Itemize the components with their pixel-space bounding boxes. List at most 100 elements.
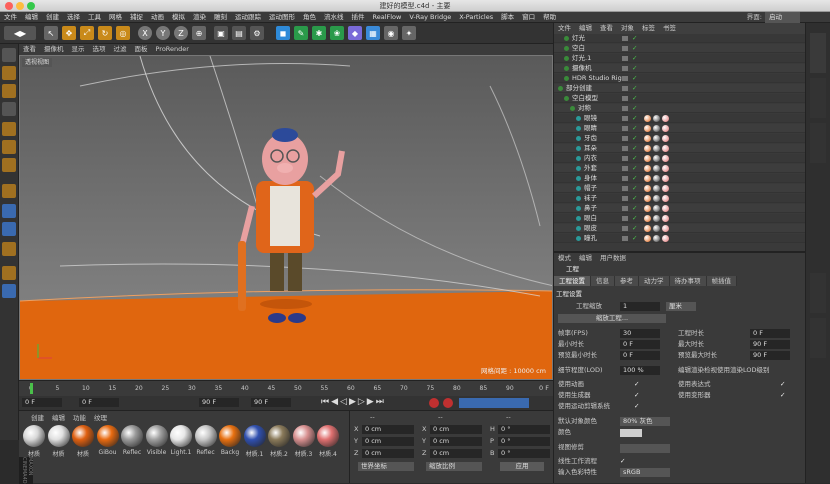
material-tag-icon[interactable]	[662, 155, 669, 162]
grid-icon[interactable]	[2, 284, 16, 298]
coord-value-field[interactable]: 0 °	[498, 449, 550, 458]
material-tag-icon[interactable]	[662, 235, 669, 242]
array-icon[interactable]: ❀	[330, 26, 344, 40]
material-swatch[interactable]	[145, 425, 168, 447]
min-time-field[interactable]: 0 F	[620, 340, 660, 349]
coord-value-field[interactable]: 0 cm	[430, 449, 482, 458]
coord-value-field[interactable]: 0 cm	[430, 425, 482, 434]
material-tag-icon[interactable]	[662, 165, 669, 172]
use-expressions-checkbox[interactable]: ✓	[780, 380, 785, 389]
enabled-check-icon[interactable]: ✓	[632, 214, 637, 223]
use-animation-checkbox[interactable]: ✓	[634, 380, 639, 389]
material-swatch[interactable]	[292, 425, 315, 447]
visibility-dots-icon[interactable]	[622, 46, 628, 51]
timeline[interactable]: 051015202530354045505560657075808590 0 F	[19, 380, 553, 396]
enabled-check-icon[interactable]: ✓	[632, 114, 637, 123]
view-clipping-dropdown[interactable]	[620, 444, 670, 453]
enabled-check-icon[interactable]: ✓	[632, 54, 637, 63]
viewport-menu-item[interactable]: ProRender	[152, 44, 193, 55]
start-frame-field[interactable]: 0 F	[79, 398, 119, 407]
use-deformers-checkbox[interactable]: ✓	[780, 391, 785, 400]
object-menu-item[interactable]: 文件	[554, 23, 575, 34]
render-picture-icon[interactable]: ▤	[232, 26, 246, 40]
material-tag-icon[interactable]	[653, 145, 660, 152]
planar-workplane-icon[interactable]	[2, 266, 16, 280]
enabled-check-icon[interactable]: ✓	[632, 174, 637, 183]
enabled-check-icon[interactable]: ✓	[632, 84, 637, 93]
material-tag-icon[interactable]	[662, 145, 669, 152]
material-swatch[interactable]	[219, 425, 241, 447]
object-row[interactable]: 灯光.1 ✓	[554, 54, 806, 63]
attr-tab[interactable]: 信息	[591, 276, 615, 286]
coord-space-dropdown[interactable]: 世界坐标	[358, 462, 414, 471]
material-tag-icon[interactable]	[653, 235, 660, 242]
right-side-tabs[interactable]	[805, 23, 830, 483]
object-row[interactable]: 外套 ✓	[554, 164, 806, 173]
menu-item[interactable]: 运动图形	[265, 12, 299, 23]
color-swatch[interactable]	[620, 429, 642, 437]
material-tag-icon[interactable]	[662, 185, 669, 192]
enabled-check-icon[interactable]: ✓	[632, 124, 637, 133]
keyframe-tools[interactable]	[459, 398, 529, 408]
object-menu-item[interactable]: 对象	[617, 23, 638, 34]
visibility-dots-icon[interactable]	[622, 86, 628, 91]
object-row[interactable]: 眼白 ✓	[554, 214, 806, 223]
enable-axis-icon[interactable]	[2, 184, 16, 198]
visibility-dots-icon[interactable]	[622, 76, 628, 81]
make-editable-icon[interactable]	[2, 48, 16, 62]
material-tag-icon[interactable]	[662, 135, 669, 142]
menu-item[interactable]: 动画	[147, 12, 168, 23]
apply-button[interactable]: 应用	[500, 462, 544, 471]
undo-redo-icon[interactable]: ◀▶	[4, 26, 36, 40]
material-tag-icon[interactable]	[653, 225, 660, 232]
visibility-dots-icon[interactable]	[622, 176, 628, 181]
playhead[interactable]	[30, 383, 33, 394]
cube-icon[interactable]: ◼	[276, 26, 290, 40]
tab-content-browser[interactable]	[810, 78, 826, 118]
camera-icon[interactable]: ◉	[384, 26, 398, 40]
menu-item[interactable]: 插件	[348, 12, 369, 23]
visibility-dots-icon[interactable]	[622, 116, 628, 121]
menu-item[interactable]: V-Ray Bridge	[405, 12, 455, 23]
record-icon[interactable]	[429, 398, 439, 408]
object-row[interactable]: 耳朵 ✓	[554, 144, 806, 153]
material-swatch[interactable]	[170, 425, 192, 447]
layout-selector[interactable]: 界面: 启动	[747, 12, 800, 23]
material-swatch[interactable]	[96, 425, 119, 447]
preview-min-field[interactable]: 0 F	[620, 351, 660, 360]
viewport-menu-item[interactable]: 面板	[131, 44, 152, 55]
material-tag-icon[interactable]	[653, 195, 660, 202]
menu-item[interactable]: RealFlow	[369, 12, 406, 23]
material-tag-icon[interactable]	[644, 125, 651, 132]
enabled-check-icon[interactable]: ✓	[632, 104, 637, 113]
preview-max-field[interactable]: 90 F	[750, 351, 790, 360]
visibility-dots-icon[interactable]	[622, 236, 628, 241]
lock-workplane-icon[interactable]	[2, 242, 16, 256]
material-swatch[interactable]	[72, 425, 94, 447]
enabled-check-icon[interactable]: ✓	[632, 134, 637, 143]
scale-icon[interactable]: ⤢	[80, 26, 94, 40]
enabled-check-icon[interactable]: ✓	[632, 34, 637, 43]
material-tag-icon[interactable]	[662, 125, 669, 132]
menu-item[interactable]: 雕刻	[210, 12, 231, 23]
material-tag-icon[interactable]	[644, 225, 651, 232]
visibility-dots-icon[interactable]	[622, 186, 628, 191]
menu-item[interactable]: 运动跟踪	[231, 12, 265, 23]
material-tag-icon[interactable]	[662, 195, 669, 202]
object-row[interactable]: 空白模型 ✓	[554, 94, 806, 103]
menu-item[interactable]: 编辑	[21, 12, 42, 23]
object-row[interactable]: 灯光 ✓	[554, 34, 806, 43]
floor-icon[interactable]: ▦	[366, 26, 380, 40]
coord-value-field[interactable]: 0 cm	[430, 437, 482, 446]
coord-value-field[interactable]: 0 °	[498, 437, 550, 446]
lod-field[interactable]: 100 %	[620, 366, 660, 375]
material-tag-icon[interactable]	[662, 115, 669, 122]
object-menu-item[interactable]: 查看	[596, 23, 617, 34]
visibility-dots-icon[interactable]	[622, 146, 628, 151]
coordinate-system-icon[interactable]: ⊕	[192, 26, 206, 40]
tab-structure[interactable]	[810, 123, 826, 163]
material-swatch[interactable]	[194, 425, 217, 447]
object-row[interactable]: 瞳孔 ✓	[554, 234, 806, 243]
edges-mode-icon[interactable]	[2, 140, 16, 154]
viewport-menu-item[interactable]: 查看	[19, 44, 40, 55]
